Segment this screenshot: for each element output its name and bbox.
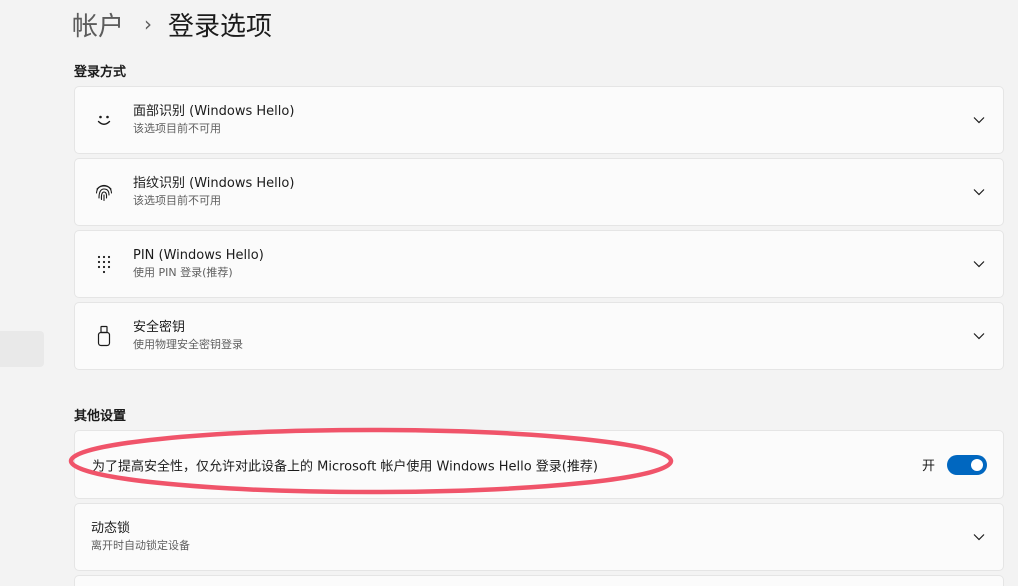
card-subtitle: 该选项目前不可用 [133,122,221,135]
chevron-down-icon[interactable] [971,184,987,200]
hello-only-label: 为了提高安全性，仅允许对此设备上的 Microsoft 帐户使用 Windows… [92,459,598,474]
chevron-down-icon[interactable] [971,256,987,272]
card-title: 面部识别 (Windows Hello) [133,104,295,119]
card-title: 安全密钥 [133,320,186,335]
card-title: 指纹识别 (Windows Hello) [133,176,295,191]
chevron-down-icon[interactable] [971,529,987,545]
breadcrumb: 帐户 › 登录选项 [72,4,272,44]
usb-key-icon [93,325,115,347]
nav-selection-indicator[interactable] [0,331,44,367]
fingerprint-card[interactable]: 指纹识别 (Windows Hello) 该选项目前不可用 [74,158,1004,226]
settings-page: 帐户 › 登录选项 登录方式 面部识别 (Windows Hello) 该选项目… [0,0,1018,586]
keypad-icon [93,253,115,275]
hello-only-setting-card: 为了提高安全性，仅允许对此设备上的 Microsoft 帐户使用 Windows… [74,430,1004,499]
hello-only-toggle[interactable] [947,454,987,475]
pin-card[interactable]: PIN (Windows Hello) 使用 PIN 登录(推荐) [74,230,1004,298]
toggle-knob [971,458,983,471]
section-title-sign-in-methods: 登录方式 [74,65,127,80]
card-subtitle: 使用 PIN 登录(推荐) [133,266,233,279]
card-subtitle: 该选项目前不可用 [133,194,221,207]
section-title-other-settings: 其他设置 [74,409,127,424]
page-title: 登录选项 [168,11,273,42]
dynamic-lock-card[interactable]: 动态锁 离开时自动锁定设备 [74,503,1004,571]
security-key-card[interactable]: 安全密钥 使用物理安全密钥登录 [74,302,1004,370]
breadcrumb-separator: › [144,12,153,36]
fingerprint-icon [93,181,115,203]
next-setting-card[interactable] [74,575,1004,586]
card-subtitle: 离开时自动锁定设备 [91,539,190,552]
card-title: 动态锁 [91,521,131,536]
chevron-down-icon[interactable] [971,328,987,344]
hello-only-toggle-group: 开 [921,454,987,475]
breadcrumb-accounts[interactable]: 帐户 [72,6,124,43]
face-recognition-card[interactable]: 面部识别 (Windows Hello) 该选项目前不可用 [74,86,1004,154]
card-title: PIN (Windows Hello) [133,248,264,263]
toggle-state-label: 开 [921,459,935,474]
card-subtitle: 使用物理安全密钥登录 [133,338,243,351]
chevron-down-icon[interactable] [971,112,987,128]
smiley-face-icon [93,109,115,131]
